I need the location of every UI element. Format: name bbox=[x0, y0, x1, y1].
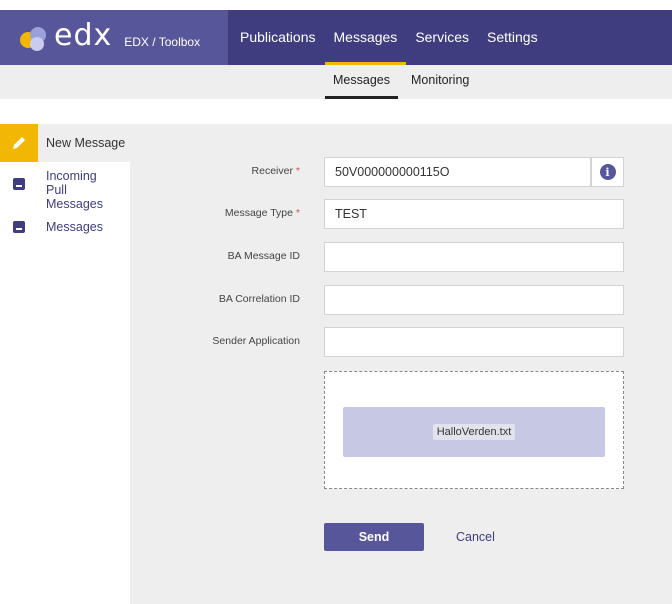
brand-subtitle: EDX / Toolbox bbox=[124, 34, 201, 49]
nav-services[interactable]: Services bbox=[406, 10, 478, 65]
receiver-input[interactable] bbox=[324, 157, 591, 187]
sidebar-item-label: New Message bbox=[46, 136, 126, 150]
subnav-messages[interactable]: Messages bbox=[325, 65, 398, 99]
attached-file[interactable]: HalloVerden.txt bbox=[343, 407, 605, 457]
nav-settings[interactable]: Settings bbox=[478, 10, 547, 65]
ba-message-id-row: BA Message ID bbox=[0, 242, 672, 272]
receiver-row: Receiver * i bbox=[0, 157, 672, 187]
sender-application-label: Sender Application bbox=[212, 335, 300, 347]
sender-application-input[interactable] bbox=[324, 327, 624, 357]
pencil-icon bbox=[13, 137, 25, 149]
message-type-row: Message Type * bbox=[0, 199, 672, 229]
top-bar: edx EDX / Toolbox Publications Messages … bbox=[0, 10, 672, 65]
subnav-monitoring[interactable]: Monitoring bbox=[411, 65, 469, 99]
info-icon: i bbox=[599, 164, 616, 180]
attached-file-name: HalloVerden.txt bbox=[432, 424, 516, 440]
file-dropzone[interactable]: HalloVerden.txt bbox=[324, 371, 624, 489]
sub-nav: Messages Monitoring bbox=[0, 65, 672, 99]
message-type-input[interactable] bbox=[324, 199, 624, 229]
message-type-label: Message Type * bbox=[224, 207, 300, 219]
nav-messages[interactable]: Messages bbox=[324, 10, 407, 65]
nav-publications[interactable]: Publications bbox=[228, 10, 325, 65]
ba-message-id-label: BA Message ID bbox=[227, 250, 300, 262]
ba-correlation-id-label: BA Correlation ID bbox=[218, 293, 300, 305]
ba-message-id-input[interactable] bbox=[324, 242, 624, 272]
receiver-label: Receiver * bbox=[251, 165, 300, 177]
brand-name: edx bbox=[54, 17, 113, 53]
sender-application-row: Sender Application bbox=[0, 327, 672, 357]
brand[interactable]: edx EDX / Toolbox bbox=[0, 10, 228, 65]
edx-logo-icon bbox=[20, 26, 48, 51]
receiver-info-button[interactable]: i bbox=[591, 157, 624, 187]
cancel-link[interactable]: Cancel bbox=[456, 530, 495, 544]
main-nav: Publications Messages Services Settings bbox=[228, 10, 547, 65]
ba-correlation-id-input[interactable] bbox=[324, 285, 624, 315]
ba-correlation-id-row: BA Correlation ID bbox=[0, 285, 672, 315]
send-button[interactable]: Send bbox=[324, 523, 424, 551]
